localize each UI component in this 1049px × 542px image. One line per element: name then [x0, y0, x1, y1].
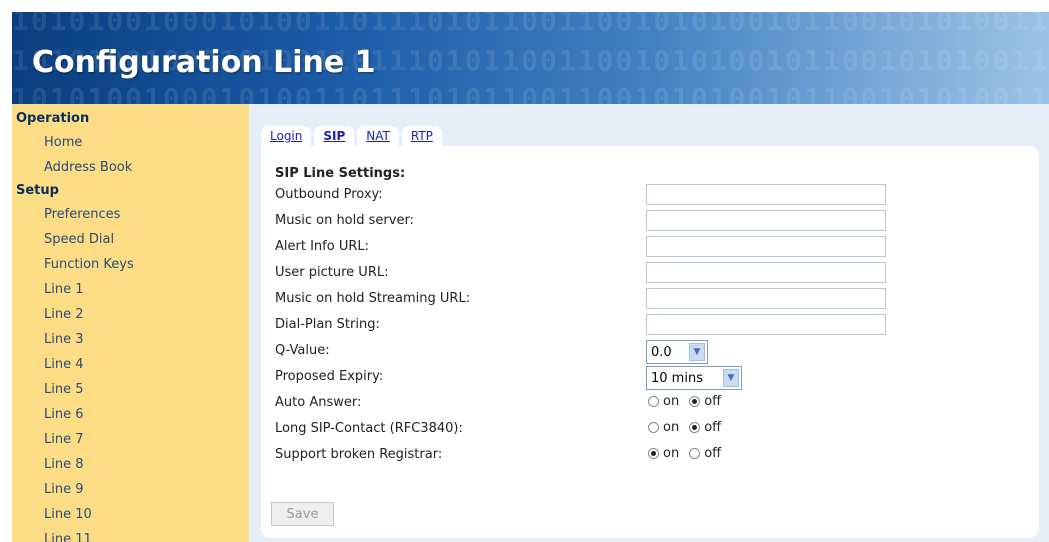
sidebar-item-line-11[interactable]: Line 11	[12, 527, 249, 542]
sidebar-item-line-6[interactable]: Line 6	[12, 402, 249, 427]
alert-info-url-row: Alert Info URL:	[275, 236, 1015, 260]
proposed-expiry-row: Proposed Expiry: 10 mins ▼	[275, 366, 1015, 390]
chevron-down-icon[interactable]: ▼	[689, 343, 705, 361]
music-on-hold-server-input[interactable]	[646, 210, 886, 231]
music-on-hold-streaming-url-input[interactable]	[646, 288, 886, 309]
alert-info-url-label: Alert Info URL:	[275, 239, 369, 254]
auto-answer-row: Auto Answer: on off	[275, 392, 1015, 416]
outbound-proxy-input[interactable]	[646, 184, 886, 205]
dial-plan-string-label: Dial-Plan String:	[275, 317, 380, 332]
binary-pattern: 1010100100010100110111010110011001010100…	[12, 12, 1049, 37]
outbound-proxy-label: Outbound Proxy:	[275, 187, 383, 202]
music-on-hold-streaming-url-label: Music on hold Streaming URL:	[275, 291, 471, 306]
user-picture-url-label: User picture URL:	[275, 265, 389, 280]
music-on-hold-server-label: Music on hold server:	[275, 213, 414, 228]
sidebar-item-line-2[interactable]: Line 2	[12, 302, 249, 327]
long-sip-contact-rfc3840-radio-off-label: off	[704, 420, 722, 435]
support-broken-registrar-radio-on-label: on	[663, 446, 680, 461]
header: 1010100100010100110111010110011001010100…	[0, 0, 1049, 104]
sidebar-item-line-5[interactable]: Line 5	[12, 377, 249, 402]
auto-answer-radio-off[interactable]	[689, 396, 701, 407]
sidebar-item-line-4[interactable]: Line 4	[12, 352, 249, 377]
main-content: Login SIP NAT RTP SIP Line Settings: Outbou…	[249, 104, 1049, 542]
sidebar-item-function-keys[interactable]: Function Keys	[12, 252, 249, 277]
tab-bar: Login SIP NAT RTP	[261, 126, 445, 148]
tab-login[interactable]: Login	[261, 126, 312, 147]
tab-rtp[interactable]: RTP	[401, 126, 442, 147]
binary-pattern: 1010100100010100110111010110011001010100…	[12, 82, 1049, 104]
user-picture-url-row: User picture URL:	[275, 262, 1015, 286]
support-broken-registrar-radio-off[interactable]	[689, 448, 701, 459]
dial-plan-string-row: Dial-Plan String:	[275, 314, 1015, 338]
sidebar-item-address-book[interactable]: Address Book	[12, 155, 249, 180]
music-on-hold-streaming-url-row: Music on hold Streaming URL:	[275, 288, 1015, 312]
support-broken-registrar-radio-on[interactable]	[648, 448, 659, 459]
proposed-expiry-selected-value: 10 mins	[651, 370, 703, 386]
long-sip-contact-rfc3840-radio-on-label: on	[663, 420, 680, 435]
sidebar-item-line-8[interactable]: Line 8	[12, 452, 249, 477]
support-broken-registrar-label: Support broken Registrar:	[275, 447, 443, 462]
sidebar-nav: Operation Home Address Book Setup Preference…	[12, 104, 250, 542]
chevron-down-icon[interactable]: ▼	[723, 369, 739, 387]
sidebar-section-setup: Setup	[16, 183, 59, 198]
auto-answer-label: Auto Answer:	[275, 395, 362, 410]
auto-answer-radio-on[interactable]	[648, 396, 659, 407]
auto-answer-radio-off-label: off	[704, 394, 722, 409]
sidebar-item-line-3[interactable]: Line 3	[12, 327, 249, 352]
sidebar-item-home[interactable]: Home	[12, 130, 249, 155]
long-sip-contact-rfc3840-radio-on[interactable]	[648, 422, 659, 433]
music-on-hold-server-row: Music on hold server:	[275, 210, 1015, 234]
outbound-proxy-row: Outbound Proxy:	[275, 184, 1015, 208]
proposed-expiry-label: Proposed Expiry:	[275, 369, 384, 384]
tab-nat[interactable]: NAT	[357, 126, 399, 147]
long-sip-contact-rfc3840-row: Long SIP-Contact (RFC3840): on off	[275, 418, 1015, 442]
q-value-row: Q-Value: 0.0 ▼	[275, 340, 1015, 364]
q-value-select[interactable]: 0.0 ▼	[646, 340, 708, 364]
long-sip-contact-rfc3840-radio-group: on off	[648, 420, 731, 435]
sidebar-item-line-7[interactable]: Line 7	[12, 427, 249, 452]
sidebar-item-preferences[interactable]: Preferences	[12, 202, 249, 227]
sidebar-section-operation: Operation	[16, 111, 90, 126]
sidebar-item-line-1[interactable]: Line 1	[12, 277, 249, 302]
q-value-selected-value: 0.0	[651, 344, 672, 360]
proposed-expiry-select[interactable]: 10 mins ▼	[646, 366, 742, 390]
dial-plan-string-input[interactable]	[646, 314, 886, 335]
long-sip-contact-rfc3840-radio-off[interactable]	[689, 422, 701, 433]
auto-answer-radio-on-label: on	[663, 394, 680, 409]
sidebar-item-line-10[interactable]: Line 10	[12, 502, 249, 527]
header-banner: 1010100100010100110111010110011001010100…	[12, 12, 1049, 104]
save-button[interactable]: Save	[271, 502, 334, 526]
alert-info-url-input[interactable]	[646, 236, 886, 257]
support-broken-registrar-radio-off-label: off	[704, 446, 722, 461]
sidebar-item-line-9[interactable]: Line 9	[12, 477, 249, 502]
auto-answer-radio-group: on off	[648, 394, 731, 409]
user-picture-url-input[interactable]	[646, 262, 886, 283]
long-sip-contact-rfc3840-label: Long SIP-Contact (RFC3840):	[275, 421, 463, 436]
q-value-label: Q-Value:	[275, 343, 330, 358]
support-broken-registrar-row: Support broken Registrar: on off	[275, 444, 1015, 468]
section-title: SIP Line Settings:	[275, 166, 406, 181]
page-title: Configuration Line 1	[32, 45, 376, 80]
tab-sip[interactable]: SIP	[314, 126, 355, 147]
sidebar-item-speed-dial[interactable]: Speed Dial	[12, 227, 249, 252]
support-broken-registrar-radio-group: on off	[648, 446, 731, 461]
